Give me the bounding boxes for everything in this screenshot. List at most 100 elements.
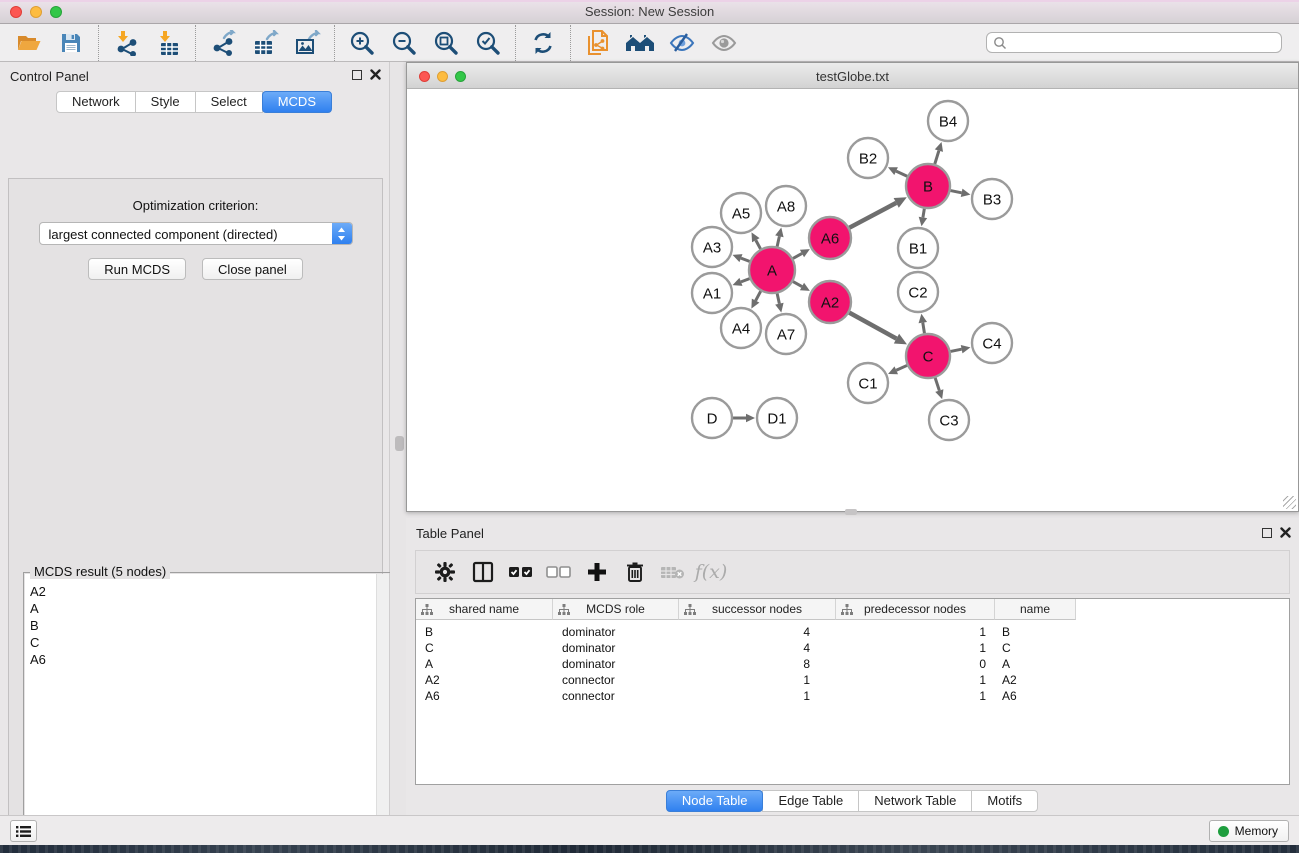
list-item[interactable]: B [25, 617, 389, 634]
dropdown-stepper-icon [332, 223, 352, 244]
table-row[interactable]: A2connector11A2 [416, 672, 1289, 688]
export-image-icon[interactable] [286, 27, 328, 59]
tab-node-table[interactable]: Node Table [666, 790, 764, 812]
table-row[interactable]: Cdominator41C [416, 640, 1289, 656]
list-item[interactable]: C [25, 634, 389, 651]
zoom-out-icon[interactable] [383, 27, 425, 59]
tab-network-table[interactable]: Network Table [858, 790, 972, 812]
tab-motifs[interactable]: Motifs [971, 790, 1038, 812]
window-titlebar: Session: New Session [0, 0, 1299, 24]
svg-text:D: D [707, 410, 718, 427]
svg-text:A6: A6 [821, 230, 839, 247]
window-title: Session: New Session [0, 4, 1299, 19]
search-input[interactable] [1007, 36, 1275, 50]
table-panel-title: Table Panel [416, 526, 484, 541]
list-icon [16, 825, 31, 838]
delete-table-icon[interactable] [654, 556, 692, 588]
network-graph[interactable]: B4B2BB3A8A5A6A3B1AA1C2A2A4A7C4CC1DD1C3 [407, 89, 1298, 511]
toolbar-separator [195, 25, 196, 61]
zoom-selected-icon[interactable] [467, 27, 509, 59]
task-history-button[interactable] [10, 820, 37, 842]
criterion-dropdown[interactable]: largest connected component (directed) [39, 222, 353, 245]
function-builder-icon[interactable]: f(x) [692, 556, 730, 588]
optimization-criterion-label: Optimization criterion: [9, 198, 382, 213]
svg-text:A: A [767, 262, 777, 279]
run-mcds-button[interactable]: Run MCDS [88, 258, 186, 280]
svg-text:A1: A1 [703, 285, 721, 302]
resize-grip-icon[interactable] [1283, 496, 1296, 509]
application-window: Session: New Session [0, 0, 1299, 853]
network-view-window: testGlobe.txt B4B2BB3A8A5A6A3B1AA1C2A2A4… [406, 62, 1299, 512]
column-header[interactable]: predecessor nodes [836, 599, 995, 620]
memory-status-icon [1218, 826, 1229, 837]
close-table-panel-icon[interactable] [1280, 527, 1291, 538]
list-item[interactable]: A [25, 600, 389, 617]
hide-panels-eye-icon[interactable] [661, 27, 703, 59]
result-list-scrollbar[interactable] [376, 574, 389, 853]
save-session-icon[interactable] [50, 27, 92, 59]
column-header[interactable]: name [995, 599, 1076, 620]
show-columns-icon[interactable] [502, 556, 540, 588]
add-column-icon[interactable] [578, 556, 616, 588]
hierarchy-icon [558, 604, 570, 615]
refresh-view-icon[interactable] [522, 27, 564, 59]
search-icon [993, 36, 1007, 50]
column-layout-icon[interactable] [464, 556, 502, 588]
home-layout-icon[interactable] [619, 27, 661, 59]
svg-text:C1: C1 [858, 375, 877, 392]
mcds-result-groupbox: A2 A B C A6 MCDS result (5 nodes) [23, 572, 391, 853]
toolbar-separator [98, 25, 99, 61]
open-session-icon[interactable] [8, 27, 50, 59]
svg-text:C4: C4 [982, 335, 1001, 352]
svg-text:B2: B2 [859, 150, 877, 167]
list-item[interactable]: A2 [25, 583, 389, 600]
svg-text:A8: A8 [777, 198, 795, 215]
network-desktop: testGlobe.txt B4B2BB3A8A5A6A3B1AA1C2A2A4… [390, 62, 1299, 815]
tab-select[interactable]: Select [195, 91, 263, 113]
delete-column-trash-icon[interactable] [616, 556, 654, 588]
network-canvas[interactable]: B4B2BB3A8A5A6A3B1AA1C2A2A4A7C4CC1DD1C3 [407, 89, 1298, 511]
control-panel-title: Control Panel [10, 69, 89, 84]
splitter-grip[interactable] [395, 436, 404, 451]
column-header[interactable]: successor nodes [679, 599, 836, 620]
show-panels-eye-icon[interactable] [703, 27, 745, 59]
tab-style[interactable]: Style [135, 91, 196, 113]
import-network-icon[interactable] [105, 27, 147, 59]
table-panel-tabs: Node Table Edge Table Network Table Moti… [406, 790, 1299, 812]
zoom-in-icon[interactable] [341, 27, 383, 59]
close-panel-button[interactable]: Close panel [202, 258, 303, 280]
svg-text:A2: A2 [821, 294, 839, 311]
column-header[interactable]: MCDS role [553, 599, 679, 620]
table-row[interactable]: Bdominator41B [416, 624, 1289, 640]
export-table-icon[interactable] [244, 27, 286, 59]
float-panel-icon[interactable] [352, 70, 362, 80]
settings-gear-icon[interactable] [426, 556, 464, 588]
tab-network[interactable]: Network [56, 91, 136, 113]
tab-edge-table[interactable]: Edge Table [762, 790, 859, 812]
table-row[interactable]: Adominator80A [416, 656, 1289, 672]
close-panel-icon[interactable] [370, 69, 381, 80]
column-header[interactable]: shared name [416, 599, 553, 620]
node-table[interactable]: shared name MCDS role successor nodes pr… [415, 598, 1290, 785]
clone-network-icon[interactable] [577, 27, 619, 59]
search-field[interactable] [986, 32, 1282, 53]
tab-mcds[interactable]: MCDS [262, 91, 332, 113]
memory-button[interactable]: Memory [1209, 820, 1289, 842]
criterion-value: largest connected component (directed) [49, 227, 278, 242]
hide-columns-icon[interactable] [540, 556, 578, 588]
export-network-icon[interactable] [202, 27, 244, 59]
float-table-panel-icon[interactable] [1262, 528, 1272, 538]
list-item[interactable]: A6 [25, 651, 389, 668]
table-row[interactable]: A6connector11A6 [416, 688, 1289, 704]
svg-text:D1: D1 [767, 410, 786, 427]
svg-text:A5: A5 [732, 205, 750, 222]
svg-text:C: C [923, 348, 934, 365]
import-table-icon[interactable] [147, 27, 189, 59]
mcds-result-list[interactable]: A2 A B C A6 [25, 574, 389, 853]
svg-text:C2: C2 [908, 284, 927, 301]
control-panel-tabs: Network Style Select MCDS [0, 91, 389, 113]
zoom-fit-icon[interactable] [425, 27, 467, 59]
network-window-titlebar[interactable]: testGlobe.txt [407, 63, 1298, 89]
hierarchy-icon [421, 604, 433, 615]
table-header: shared name MCDS role successor nodes pr… [416, 599, 1289, 620]
